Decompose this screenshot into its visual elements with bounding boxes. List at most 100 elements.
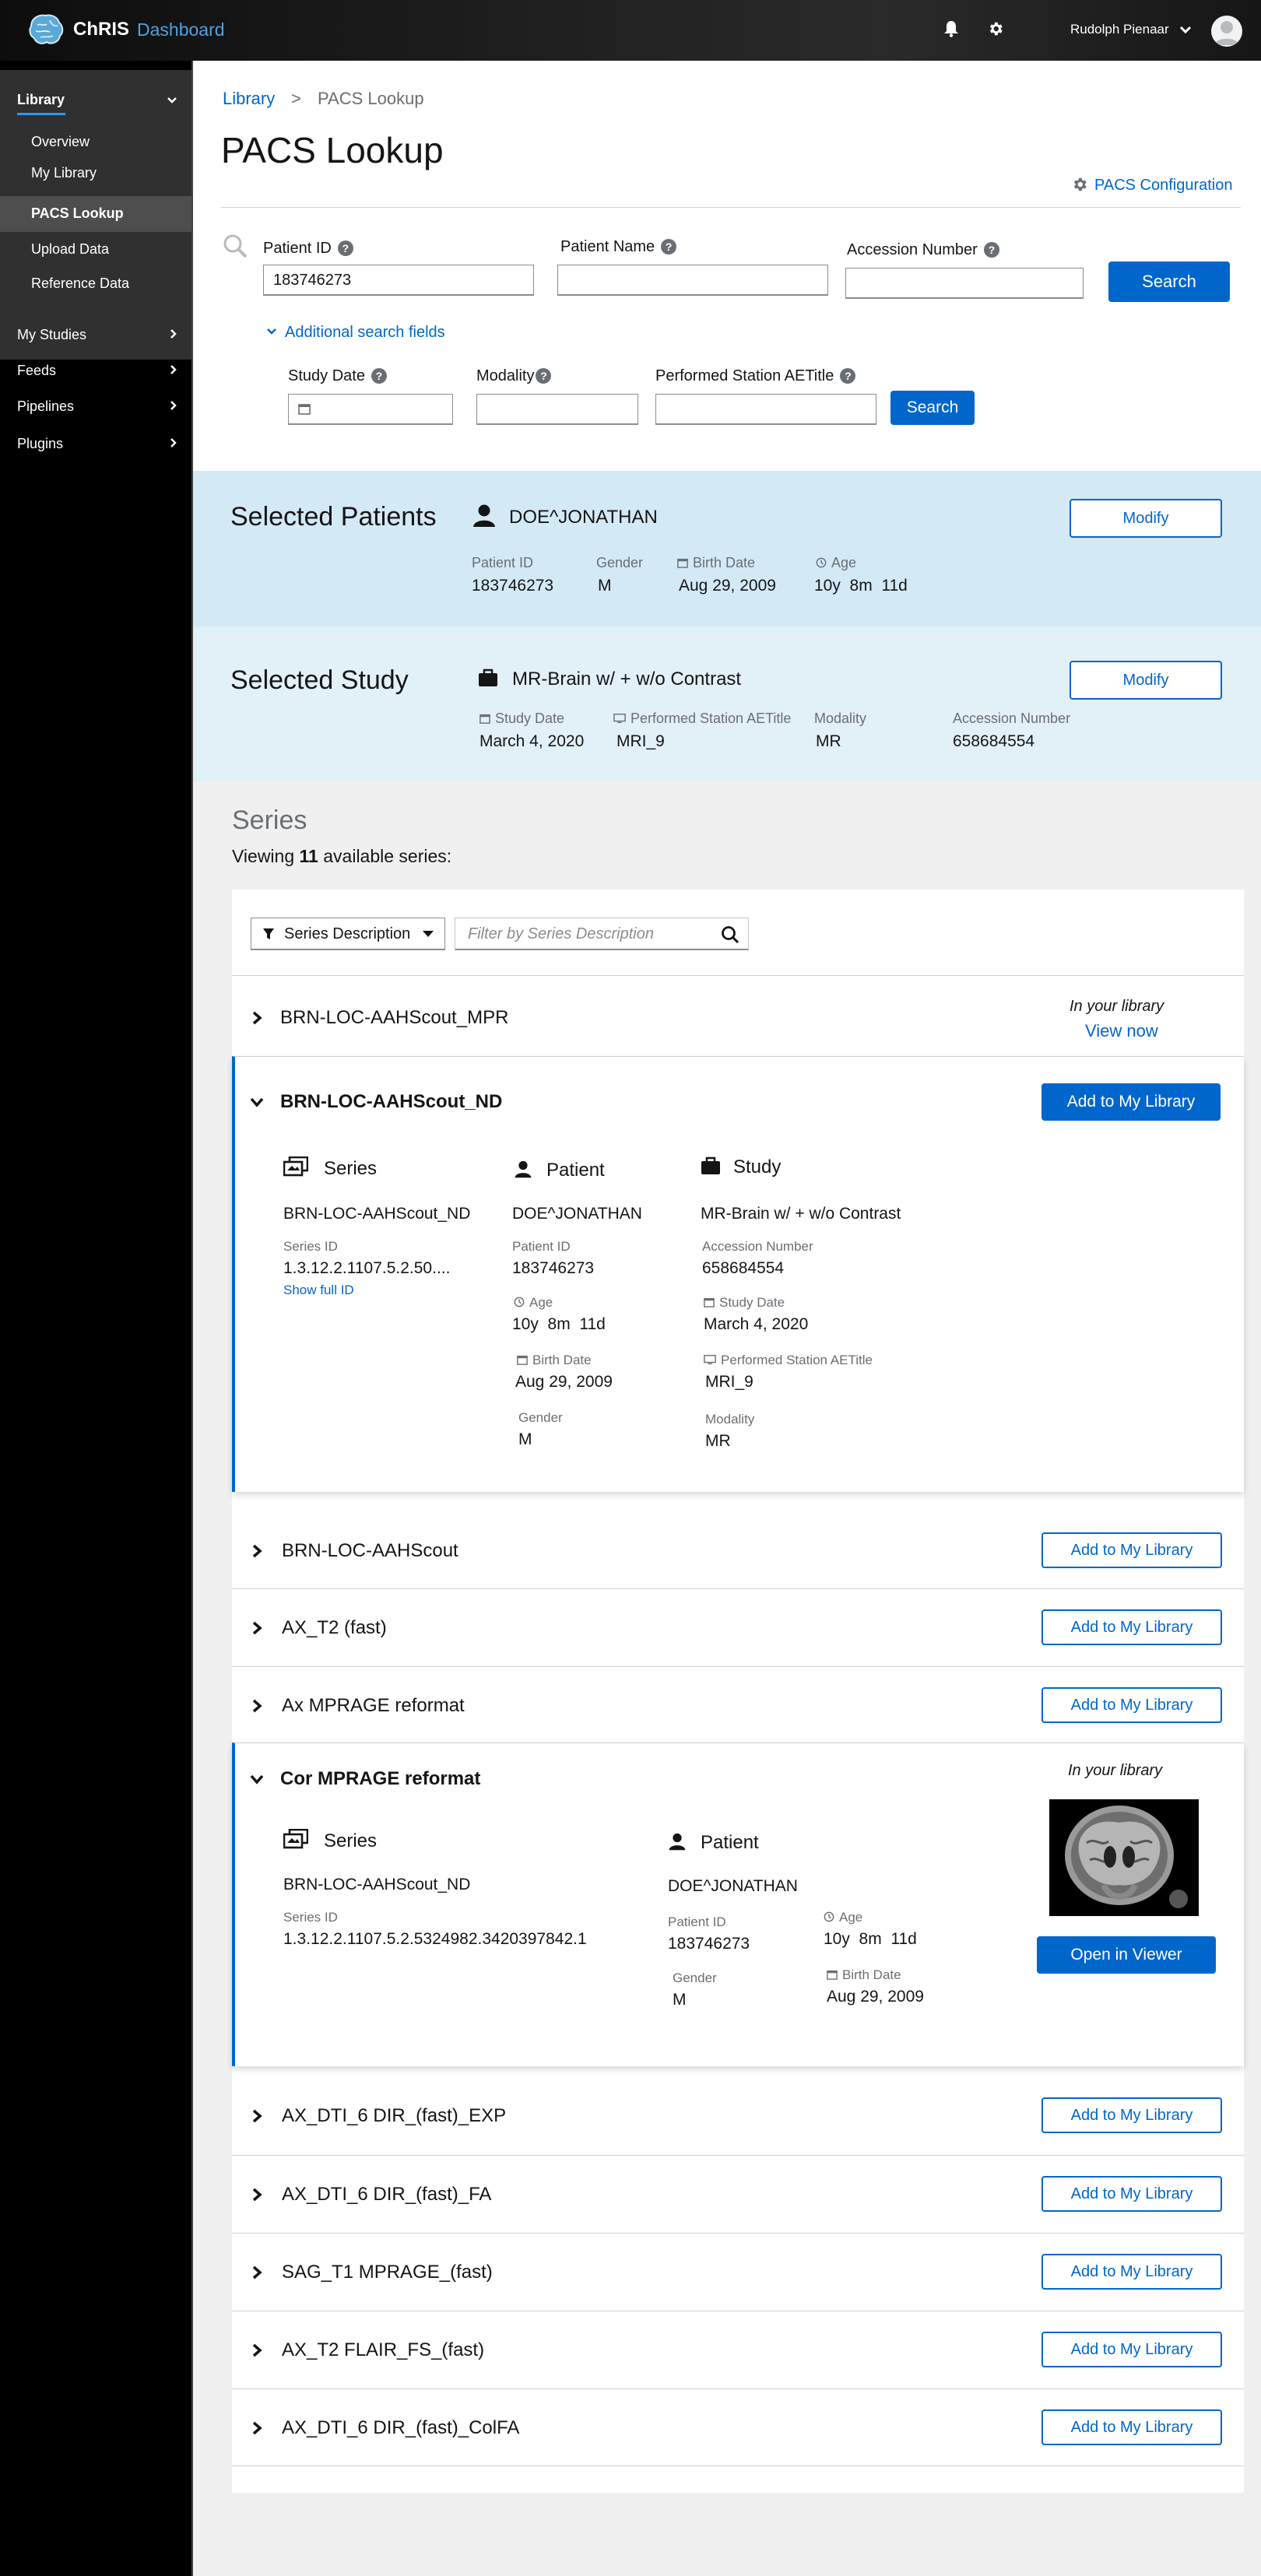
sidebar-group-library-toggle[interactable]: Library xyxy=(17,92,65,108)
sidebar-item-my-studies[interactable]: My Studies xyxy=(17,327,86,343)
chevron-right-icon[interactable] xyxy=(249,2420,265,2436)
performed-station-label: Performed Station AETitle xyxy=(704,1353,873,1368)
add-to-library-button[interactable]: Add to My Library xyxy=(1041,2176,1222,2212)
chevron-right-icon[interactable] xyxy=(249,1698,265,1714)
add-to-library-button[interactable]: Add to My Library xyxy=(1041,2254,1222,2290)
performed-station-input[interactable] xyxy=(655,394,876,425)
help-icon[interactable]: ? xyxy=(536,368,552,384)
gender-label: Gender xyxy=(673,1971,717,1985)
search-icon[interactable] xyxy=(721,925,739,944)
series-preview-thumbnail[interactable] xyxy=(1049,1799,1199,1916)
filter-icon xyxy=(263,928,274,939)
chris-brain-logo-icon[interactable] xyxy=(26,12,65,47)
help-icon[interactable]: ? xyxy=(371,368,387,384)
chevron-right-icon[interactable] xyxy=(249,2343,265,2358)
bell-icon[interactable] xyxy=(943,20,959,37)
clock-icon xyxy=(824,1911,834,1922)
breadcrumb-library[interactable]: Library xyxy=(223,89,275,109)
performed-station-value: MRI_9 xyxy=(705,1373,753,1391)
birth-date-value: Aug 29, 2009 xyxy=(515,1373,613,1391)
add-to-library-button[interactable]: Add to My Library xyxy=(1041,1687,1222,1723)
chevron-down-icon[interactable] xyxy=(249,1771,265,1787)
sidebar-item-reference-data[interactable]: Reference Data xyxy=(31,275,129,292)
add-to-library-button[interactable]: Add to My Library xyxy=(1041,2332,1222,2367)
sidebar-item-plugins[interactable]: Plugins xyxy=(17,436,63,452)
avatar[interactable] xyxy=(1211,16,1242,47)
study-date-input[interactable] xyxy=(288,394,453,425)
accession-number-input[interactable] xyxy=(845,268,1084,299)
gear-icon[interactable] xyxy=(987,20,1004,37)
add-to-library-button[interactable]: Add to My Library xyxy=(1041,1532,1222,1568)
chevron-right-icon[interactable] xyxy=(249,2187,265,2202)
search-button[interactable]: Search xyxy=(1108,261,1230,302)
series-row-brn-loc-aahscout[interactable]: BRN-LOC-AAHScout Add to My Library xyxy=(232,1511,1244,1588)
birth-date-label-text: Birth Date xyxy=(693,555,756,570)
age-label-text: Age xyxy=(839,1910,863,1925)
series-filter-input[interactable]: Filter by Series Description xyxy=(455,918,749,950)
sidebar-item-my-library[interactable]: My Library xyxy=(31,165,97,181)
chevron-right-icon[interactable] xyxy=(170,328,177,339)
gender-value: M xyxy=(598,577,612,595)
age-label-text: Age xyxy=(529,1295,553,1310)
modality-label: Modality xyxy=(814,711,867,726)
series-row-title: AX_DTI_6 DIR_(fast)_EXP xyxy=(282,2105,507,2126)
performed-station-value: MRI_9 xyxy=(616,732,665,750)
chevron-right-icon[interactable] xyxy=(249,1010,265,1026)
chevron-right-icon[interactable] xyxy=(170,400,177,411)
chevron-right-icon[interactable] xyxy=(249,2265,265,2280)
brain-mri-image xyxy=(1049,1799,1199,1916)
sidebar-item-upload-data[interactable]: Upload Data xyxy=(31,241,109,258)
series-row-ax-dti-6-dir-fast-colfa[interactable]: AX_DTI_6 DIR_(fast)_ColFA Add to My Libr… xyxy=(232,2388,1244,2466)
show-full-id-link[interactable]: Show full ID xyxy=(283,1283,354,1298)
sidebar-item-feeds[interactable]: Feeds xyxy=(17,363,56,379)
modality-value: MR xyxy=(816,732,841,750)
sidebar-item-overview[interactable]: Overview xyxy=(31,134,90,150)
series-row-title: BRN-LOC-AAHScout_ND xyxy=(280,1091,503,1112)
patient-id-input[interactable]: 183746273 xyxy=(263,265,534,296)
series-filter-dropdown[interactable]: Series Description xyxy=(251,918,445,950)
breadcrumb-separator: > xyxy=(291,89,301,108)
chevron-down-icon[interactable] xyxy=(249,1094,265,1110)
help-icon[interactable]: ? xyxy=(983,242,999,258)
modify-study-button[interactable]: Modify xyxy=(1070,661,1222,700)
view-now-link[interactable]: View now xyxy=(1085,1021,1158,1041)
series-row-ax-dti-6-dir-fast-fa[interactable]: AX_DTI_6 DIR_(fast)_FA Add to My Library xyxy=(232,2155,1244,2233)
sidebar-item-pacs-lookup[interactable]: PACS Lookup xyxy=(0,196,191,232)
chevron-down-icon[interactable] xyxy=(167,97,177,104)
sidebar-item-pipelines[interactable]: Pipelines xyxy=(17,398,74,415)
series-row-brn-loc-aahscout-mpr[interactable]: BRN-LOC-AAHScout_MPR In your library Vie… xyxy=(232,975,1244,1056)
series-row-ax-dti-6-dir-fast-exp[interactable]: AX_DTI_6 DIR_(fast)_EXP Add to My Librar… xyxy=(232,2079,1244,2155)
help-icon[interactable]: ? xyxy=(840,368,856,384)
series-row-ax-t2-fast[interactable]: AX_T2 (fast) Add to My Library xyxy=(232,1588,1244,1666)
add-to-library-button[interactable]: Add to My Library xyxy=(1041,2409,1222,2445)
additional-search-fields-toggle[interactable]: Additional search fields xyxy=(266,324,445,342)
pacs-configuration-link[interactable]: PACS Configuration xyxy=(1071,176,1233,195)
birth-date-label: Birth Date xyxy=(827,1967,901,1983)
add-to-library-button[interactable]: Add to My Library xyxy=(1041,1609,1222,1645)
chevron-right-icon[interactable] xyxy=(170,437,177,448)
chevron-right-icon[interactable] xyxy=(249,1543,265,1559)
chevron-right-icon[interactable] xyxy=(170,364,177,375)
help-icon[interactable]: ? xyxy=(661,239,677,254)
patient-id-label: Patient ID xyxy=(512,1239,571,1254)
series-row-sag-t1-mprage-fast[interactable]: SAG_T1 MPRAGE_(fast) Add to My Library xyxy=(232,2233,1244,2311)
add-to-library-button[interactable]: Add to My Library xyxy=(1041,2097,1222,2133)
open-in-viewer-button[interactable]: Open in Viewer xyxy=(1037,1936,1216,1974)
help-icon[interactable]: ? xyxy=(337,240,353,256)
in-your-library-label: In your library xyxy=(1068,1762,1163,1779)
add-to-library-button[interactable]: Add to My Library xyxy=(1041,1083,1221,1121)
series-row-ax-t2-flair-fs-fast[interactable]: AX_T2 FLAIR_FS_(fast) Add to My Library xyxy=(232,2311,1244,2388)
patient-name-input[interactable] xyxy=(557,265,828,296)
performed-station-label-text: Performed Station AETitle xyxy=(630,711,792,726)
user-name[interactable]: Rudolph Pienaar xyxy=(1070,22,1169,37)
modify-patient-button[interactable]: Modify xyxy=(1070,499,1222,538)
calendar-icon xyxy=(517,1355,528,1365)
study-date-label-text: Study Date xyxy=(719,1295,785,1310)
patient-id-label: Patient ID? xyxy=(263,240,353,258)
chevron-right-icon[interactable] xyxy=(249,1620,265,1636)
chevron-down-icon[interactable] xyxy=(1179,26,1192,35)
search-button-2[interactable]: Search xyxy=(890,391,975,425)
modality-input[interactable] xyxy=(476,394,638,425)
chevron-right-icon[interactable] xyxy=(249,2108,265,2124)
series-row-ax-mprage-reformat[interactable]: Ax MPRAGE reformat Add to My Library xyxy=(232,1666,1244,1742)
